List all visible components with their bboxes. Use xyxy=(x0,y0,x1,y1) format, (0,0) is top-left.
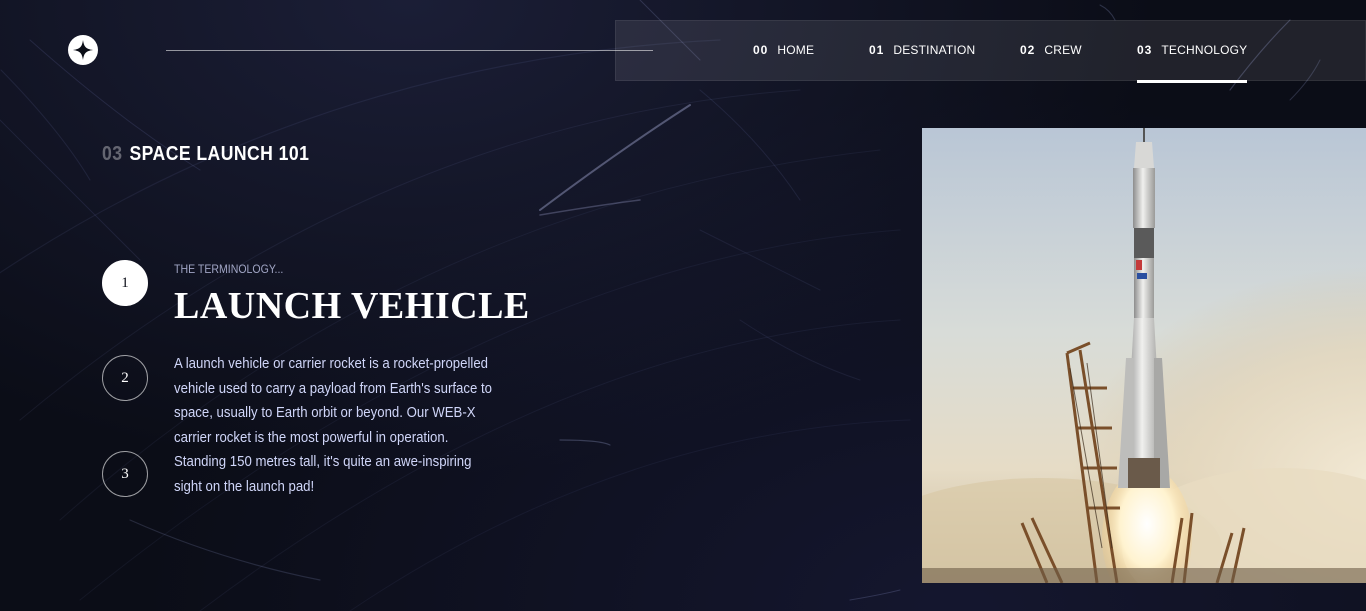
nav-item-label: HOME xyxy=(777,43,815,57)
nav-item-destination[interactable]: 01 DESTINATION xyxy=(869,21,975,82)
step-button-2[interactable]: 2 xyxy=(102,355,148,401)
page-title-text: SPACE LAUNCH 101 xyxy=(129,143,310,165)
launch-vehicle-image xyxy=(922,128,1366,583)
nav-item-number: 00 xyxy=(753,43,769,57)
nav-item-home[interactable]: 00 HOME xyxy=(753,21,814,82)
main-navigation: 00 HOME 01 DESTINATION 02 CREW 03 TECHNOLOGY xyxy=(615,20,1366,83)
nav-item-label: CREW xyxy=(1044,43,1082,57)
step-button-3[interactable]: 3 xyxy=(102,451,148,497)
header-divider-line xyxy=(166,50,653,51)
page-title-number: 03 xyxy=(102,143,123,165)
nav-item-label: TECHNOLOGY xyxy=(1161,43,1248,57)
nav-item-number: 01 xyxy=(869,43,885,57)
technology-subtitle: THE TERMINOLOGY... xyxy=(174,262,284,276)
nav-item-label: DESTINATION xyxy=(893,43,976,57)
page-title: 03 SPACE LAUNCH 101 xyxy=(102,143,309,166)
nav-item-number: 02 xyxy=(1020,43,1036,57)
nav-item-crew[interactable]: 02 CREW xyxy=(1020,21,1082,82)
technology-description: A launch vehicle or carrier rocket is a … xyxy=(174,355,493,495)
step-button-1[interactable]: 1 xyxy=(102,260,148,306)
nav-item-technology[interactable]: 03 TECHNOLOGY xyxy=(1137,21,1248,83)
technology-name: LAUNCH VEHICLE xyxy=(174,285,530,327)
nav-item-number: 03 xyxy=(1137,43,1153,57)
logo-icon[interactable] xyxy=(68,35,98,65)
